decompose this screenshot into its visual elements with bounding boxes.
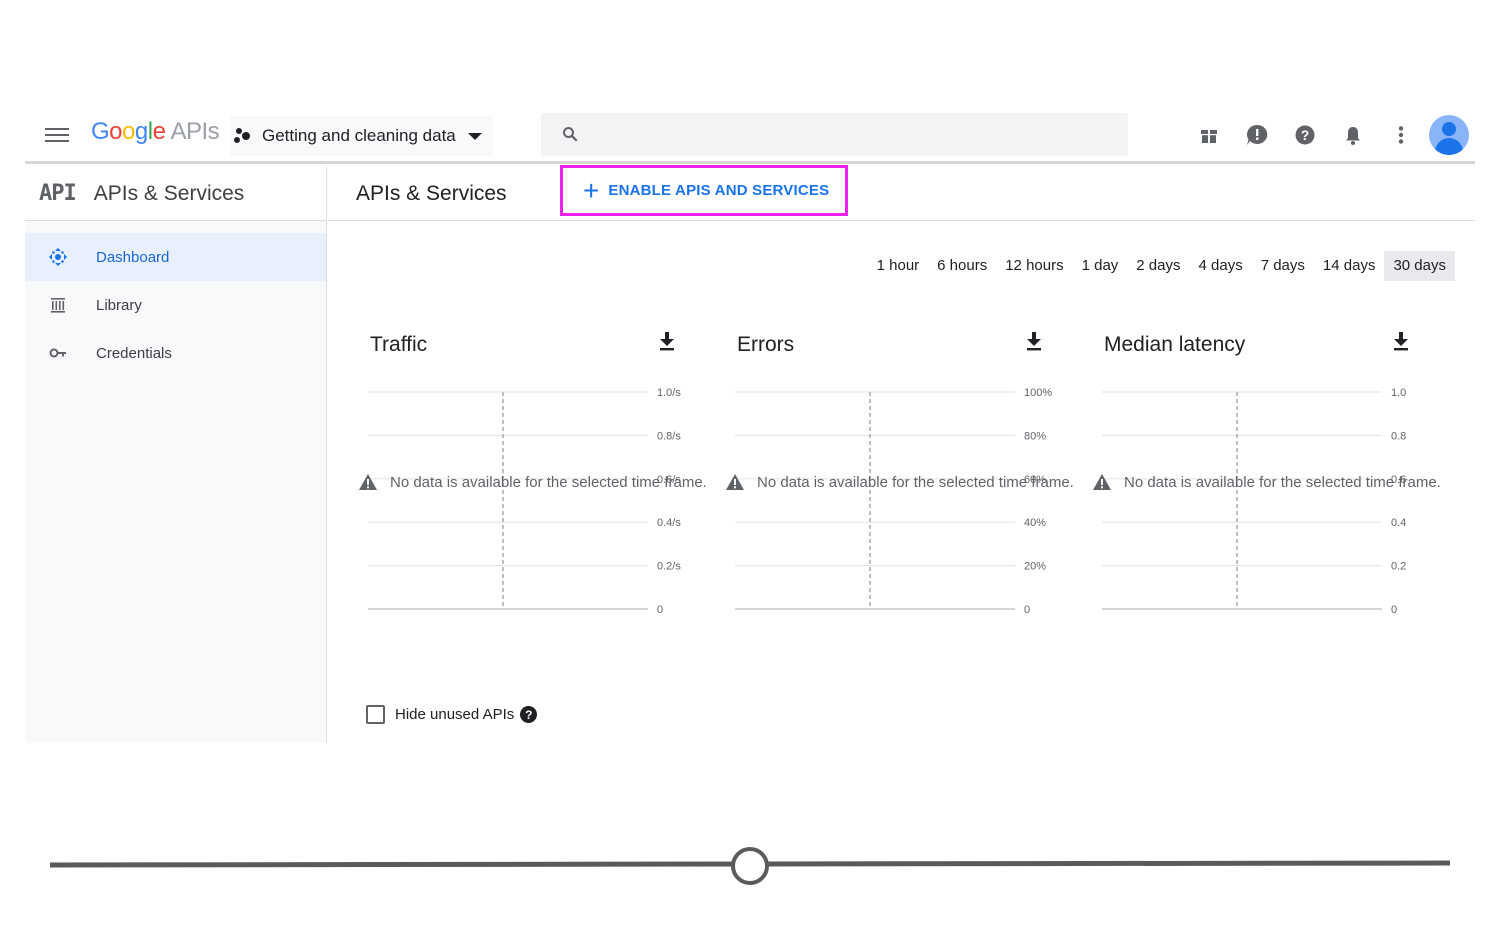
- svg-text:?: ?: [1301, 127, 1310, 143]
- enable-apis-button[interactable]: + ENABLE APIS AND SERVICES: [560, 165, 848, 216]
- warning-icon: [726, 474, 744, 490]
- download-icon[interactable]: [1392, 331, 1410, 351]
- y-tick-label: 0.8/s: [657, 430, 681, 442]
- warning-icon: [1093, 474, 1111, 490]
- y-tick-label: 0.4/s: [657, 517, 681, 529]
- download-icon[interactable]: [1025, 331, 1043, 351]
- time-range-1-hour[interactable]: 1 hour: [868, 251, 929, 281]
- no-data-text: No data is available for the selected ti…: [1124, 473, 1441, 491]
- slider-knob[interactable]: [731, 847, 769, 885]
- chart-plot-area: 100%80%60%40%20%0Feb 01: [735, 387, 1052, 616]
- sidebar-header: API APIs & Services: [25, 167, 326, 221]
- sidebar-item-label: Dashboard: [96, 248, 170, 266]
- more-vert-icon[interactable]: [1377, 114, 1425, 156]
- chart-traffic: Traffic 1.0/s0.8/s0.6/s0.4/s0.2/s0Feb 01…: [358, 317, 718, 647]
- chart-title: Median latency: [1104, 333, 1246, 356]
- hide-unused-label: Hide unused APIs: [395, 706, 515, 723]
- time-range-14-days[interactable]: 14 days: [1314, 251, 1385, 281]
- hide-unused-apis: Hide unused APIs ?: [366, 705, 538, 724]
- time-range-2-days[interactable]: 2 days: [1127, 251, 1189, 281]
- no-data-message: No data is available for the selected ti…: [1092, 473, 1441, 491]
- library-icon: [48, 295, 68, 315]
- search-bar[interactable]: [541, 113, 1128, 156]
- sidebar-item-library[interactable]: Library: [25, 281, 326, 329]
- menu-icon[interactable]: [45, 125, 69, 145]
- time-range-6-hours[interactable]: 6 hours: [928, 251, 996, 281]
- google-apis-logo[interactable]: Google APIs: [91, 118, 220, 146]
- timeline-slider[interactable]: [50, 840, 1450, 890]
- y-tick-label: 100%: [1024, 387, 1052, 399]
- download-icon[interactable]: [658, 331, 676, 351]
- chart-plot-area: 1.0/s0.8/s0.6/s0.4/s0.2/s0Feb 01: [368, 387, 681, 616]
- top-icons: ?: [1185, 114, 1469, 156]
- y-tick-label: 0.4: [1391, 517, 1406, 529]
- sidebar-item-dashboard[interactable]: Dashboard: [25, 233, 326, 281]
- y-tick-label: 80%: [1024, 430, 1046, 442]
- dashboard-icon: [48, 247, 68, 267]
- enable-apis-label: ENABLE APIS AND SERVICES: [608, 182, 830, 199]
- hide-unused-checkbox[interactable]: [366, 705, 385, 724]
- sidebar: API APIs & Services Dashboard Library Cr…: [25, 167, 327, 743]
- avatar[interactable]: [1429, 115, 1469, 155]
- chevron-down-icon: [467, 132, 482, 140]
- chart-errors: Errors 100%80%60%40%20%0Feb 01No data is…: [725, 317, 1085, 647]
- help-icon[interactable]: ?: [1281, 114, 1329, 156]
- time-range-12-hours[interactable]: 12 hours: [996, 251, 1072, 281]
- page-title: APIs & Services: [356, 181, 507, 205]
- no-data-text: No data is available for the selected ti…: [390, 473, 707, 491]
- time-range-1-day[interactable]: 1 day: [1073, 251, 1128, 281]
- api-logo: API: [39, 181, 77, 206]
- y-tick-label: 0: [1024, 604, 1030, 616]
- app-window: GoogleAPIs Getting and cleaning data ?: [25, 110, 1475, 743]
- search-icon: [563, 127, 578, 142]
- time-range-selector: 1 hour 6 hours 12 hours 1 day 2 days 4 days 7 …: [868, 251, 1455, 281]
- no-data-message: No data is available for the selected ti…: [725, 473, 1074, 491]
- time-range-4-days[interactable]: 4 days: [1190, 251, 1252, 281]
- sidebar-item-label: Credentials: [96, 344, 172, 362]
- y-tick-label: 0: [1391, 604, 1397, 616]
- gift-icon[interactable]: [1185, 114, 1233, 156]
- y-tick-label: 0.2/s: [657, 561, 681, 573]
- logo-apis-text: APIs: [170, 118, 220, 145]
- feedback-icon[interactable]: [1233, 114, 1281, 156]
- warning-icon: [359, 474, 377, 490]
- y-tick-label: 1.0/s: [657, 387, 681, 399]
- chart-title: Traffic: [370, 333, 428, 356]
- main-header: APIs & Services + ENABLE APIS AND SERVIC…: [328, 165, 1475, 221]
- y-tick-label: 20%: [1024, 561, 1046, 573]
- notifications-icon[interactable]: [1329, 114, 1377, 156]
- chart-median-latency: Median latency 1.00.80.60.40.20Feb 01No …: [1092, 317, 1452, 647]
- help-icon[interactable]: ?: [520, 706, 538, 723]
- time-range-30-days[interactable]: 30 days: [1384, 251, 1455, 281]
- project-selector[interactable]: Getting and cleaning data: [230, 116, 493, 156]
- y-tick-label: 0: [657, 604, 663, 616]
- chart-plot-area: 1.00.80.60.40.20Feb 01: [1102, 387, 1406, 616]
- time-range-7-days[interactable]: 7 days: [1252, 251, 1314, 281]
- sidebar-title: APIs & Services: [93, 181, 245, 205]
- y-tick-label: 0.2: [1391, 561, 1406, 573]
- project-icon: [234, 128, 252, 144]
- chart-title: Errors: [737, 333, 795, 356]
- sidebar-item-label: Library: [96, 296, 142, 314]
- project-name: Getting and cleaning data: [262, 126, 456, 145]
- y-tick-label: 1.0: [1391, 387, 1406, 399]
- plus-icon: +: [583, 174, 600, 206]
- sidebar-item-credentials[interactable]: Credentials: [25, 329, 326, 377]
- no-data-message: No data is available for the selected ti…: [358, 473, 707, 491]
- main-content: APIs & Services + ENABLE APIS AND SERVIC…: [328, 165, 1475, 743]
- no-data-text: No data is available for the selected ti…: [757, 473, 1074, 491]
- y-tick-label: 40%: [1024, 517, 1046, 529]
- key-icon: [48, 343, 68, 363]
- top-bar: Google APIs Getting and cleaning data ?: [25, 110, 1475, 164]
- y-tick-label: 0.8: [1391, 430, 1406, 442]
